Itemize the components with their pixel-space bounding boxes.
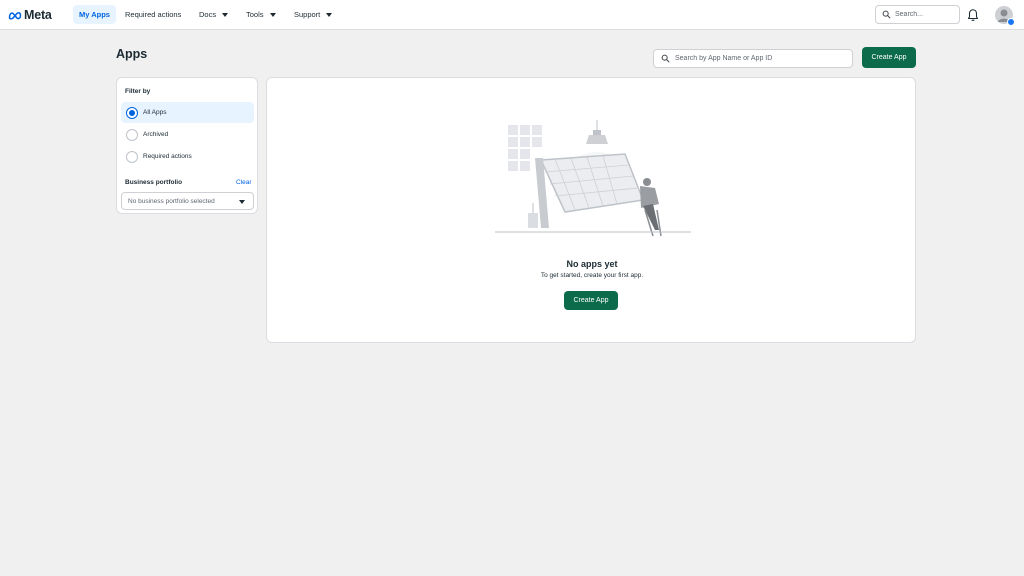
empty-state-title: No apps yet	[566, 259, 618, 269]
nav-my-apps[interactable]: My Apps	[73, 5, 116, 24]
brand-name: Meta	[24, 8, 52, 22]
empty-state-illustration	[495, 120, 691, 237]
nav-my-apps-label: My Apps	[79, 10, 110, 19]
avatar[interactable]	[995, 6, 1015, 26]
filter-option-label: All Apps	[143, 109, 167, 116]
filter-option-label: Required actions	[143, 153, 192, 160]
nav-tools-label: Tools	[246, 10, 264, 19]
app-search-box[interactable]	[653, 49, 853, 68]
meta-infinity-icon	[8, 11, 22, 20]
nav-docs-label: Docs	[199, 10, 217, 19]
empty-state-subtitle: To get started, create your first app.	[540, 272, 644, 279]
create-app-button[interactable]: Create App	[862, 47, 916, 68]
filter-option-label: Archived	[143, 131, 169, 138]
business-portfolio-select[interactable]: No business portfolio selected	[121, 192, 254, 210]
top-search-input[interactable]	[895, 11, 955, 18]
bell-icon[interactable]	[966, 8, 980, 22]
meta-logo[interactable]: Meta	[8, 8, 52, 22]
facebook-badge-icon	[1007, 18, 1015, 26]
chevron-down-icon	[269, 12, 276, 17]
chevron-down-icon	[239, 200, 245, 204]
nav-required-actions-label: Required actions	[125, 10, 182, 19]
filter-option-required-actions[interactable]: Required actions	[121, 146, 254, 167]
chevron-down-icon	[222, 12, 229, 17]
radio-icon[interactable]	[126, 128, 138, 141]
filter-title: Filter by	[125, 88, 151, 95]
radio-icon[interactable]	[126, 150, 138, 163]
top-search-box[interactable]	[875, 5, 960, 24]
filter-option-all-apps[interactable]: All Apps	[121, 102, 254, 123]
search-icon	[661, 54, 670, 63]
nav-required-actions[interactable]: Required actions	[119, 5, 187, 24]
top-navigation: Meta My Apps Required actions Docs Tools…	[0, 0, 1024, 30]
nav-support-label: Support	[294, 10, 321, 19]
create-app-label: Create App	[871, 54, 907, 61]
business-portfolio-value: No business portfolio selected	[128, 197, 215, 205]
search-icon	[882, 10, 891, 19]
create-first-app-button[interactable]: Create App	[564, 291, 618, 310]
app-search-input[interactable]	[675, 55, 845, 62]
radio-selected-icon[interactable]	[126, 106, 138, 119]
filter-option-archived[interactable]: Archived	[121, 124, 254, 145]
nav-docs[interactable]: Docs	[193, 5, 234, 24]
apps-panel: No apps yet To get started, create your …	[266, 77, 916, 343]
clear-link[interactable]: Clear	[236, 179, 252, 186]
business-portfolio-label: Business portfolio	[125, 179, 183, 186]
chevron-down-icon	[326, 12, 333, 17]
nav-tools[interactable]: Tools	[240, 5, 282, 24]
filter-panel: Filter by All Apps Archived Required act…	[116, 77, 258, 214]
page-title: Apps	[116, 47, 148, 61]
create-first-app-label: Create App	[573, 297, 609, 304]
nav-support[interactable]: Support	[288, 5, 338, 24]
